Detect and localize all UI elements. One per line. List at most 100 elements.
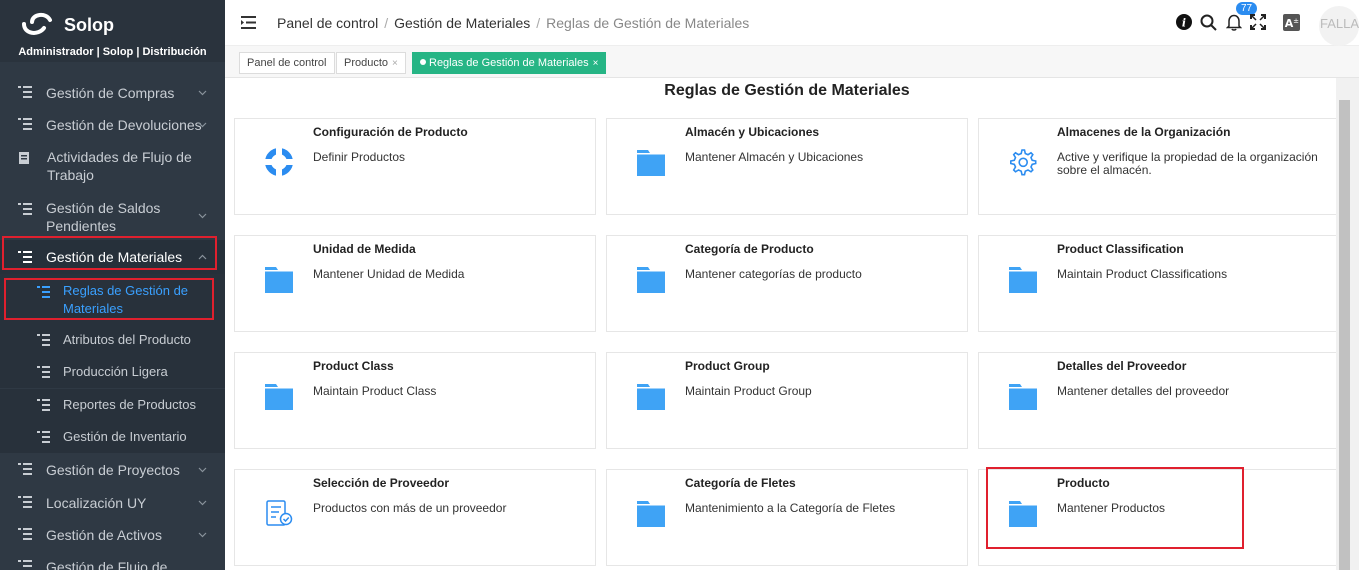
menu-toggle-icon[interactable] bbox=[241, 16, 256, 29]
sidebar-item-label: Localización UY bbox=[46, 495, 147, 511]
list-icon bbox=[37, 431, 50, 443]
card-product-classification[interactable]: Product Classification Maintain Product … bbox=[978, 235, 1340, 332]
tab-reglas[interactable]: Reglas de Gestión de Materiales × bbox=[412, 52, 607, 74]
tab-label: Reglas de Gestión de Materiales bbox=[429, 57, 589, 69]
top-header: Panel de control / Gestión de Materiales / R… bbox=[225, 0, 1359, 46]
sidebar-item-label: Atributos del Producto bbox=[63, 332, 191, 347]
card-description: Active y verifique la propiedad de la or… bbox=[1057, 150, 1318, 177]
card-title: Almacenes de la Organización bbox=[1057, 125, 1231, 139]
breadcrumb-item-current: Reglas de Gestión de Materiales bbox=[546, 15, 750, 31]
svg-text:i: i bbox=[1182, 17, 1186, 30]
fullscreen-icon[interactable] bbox=[1250, 14, 1266, 30]
card-title: Product Class bbox=[313, 359, 394, 373]
card-configuracion-producto[interactable]: Configuración de Producto Definir Produc… bbox=[234, 118, 596, 215]
translate-icon[interactable]: A ± bbox=[1283, 14, 1300, 31]
list-icon bbox=[18, 86, 32, 98]
scrollbar-thumb[interactable] bbox=[1339, 100, 1350, 570]
breadcrumb-separator: / bbox=[384, 15, 389, 31]
breadcrumb-item-panel[interactable]: Panel de control bbox=[277, 15, 378, 31]
sidebar-item-label: Reportes de Productos bbox=[63, 397, 196, 412]
sidebar-item-flujo[interactable]: Gestión de Flujo de bbox=[0, 556, 225, 570]
card-title: Detalles del Proveedor bbox=[1057, 359, 1187, 373]
user-role-label: Administrador | Solop | Distribución bbox=[18, 46, 207, 58]
folder-icon bbox=[1009, 267, 1037, 293]
sidebar-item-proyectos[interactable]: Gestión de Proyectos bbox=[0, 459, 225, 481]
sidebar-subitem-atributos[interactable]: Atributos del Producto bbox=[0, 324, 225, 356]
main-content: Reglas de Gestión de Materiales Configur… bbox=[225, 78, 1359, 570]
sidebar-item-activos[interactable]: Gestión de Activos bbox=[0, 524, 225, 546]
sidebar-item-label: Gestión de Devoluciones bbox=[46, 117, 202, 133]
svg-text:±: ± bbox=[1293, 17, 1299, 25]
folder-icon bbox=[637, 150, 665, 176]
card-description: Mantenimiento a la Categoría de Fletes bbox=[685, 501, 896, 515]
chevron-down-icon bbox=[198, 213, 207, 219]
gear-icon bbox=[1010, 149, 1037, 176]
card-description: Maintain Product Class bbox=[313, 384, 437, 398]
card-title: Product Group bbox=[685, 359, 770, 373]
chevron-down-icon bbox=[198, 500, 207, 506]
sidebar-subitem-inventario[interactable]: Gestión de Inventario bbox=[0, 421, 225, 453]
sidebar-item-devoluciones[interactable]: Gestión de Devoluciones bbox=[0, 114, 225, 136]
list-icon bbox=[18, 528, 32, 540]
list-icon bbox=[37, 399, 50, 411]
card-categoria-producto[interactable]: Categoría de Producto Mantener categoría… bbox=[606, 235, 968, 332]
user-name-label[interactable]: FALLA bbox=[1320, 16, 1359, 31]
folder-icon bbox=[1009, 384, 1037, 410]
card-unidad-medida[interactable]: Unidad de Medida Mantener Unidad de Medi… bbox=[234, 235, 596, 332]
sidebar-subitem-produccion[interactable]: Producción Ligera bbox=[0, 356, 225, 388]
list-icon bbox=[18, 203, 32, 215]
card-almacen-ubicaciones[interactable]: Almacén y Ubicaciones Mantener Almacén y… bbox=[606, 118, 968, 215]
breadcrumb: Panel de control / Gestión de Materiales / R… bbox=[277, 15, 749, 31]
sidebar-item-localizacion[interactable]: Localización UY bbox=[0, 492, 225, 514]
sidebar-item-label: Gestión de Inventario bbox=[63, 429, 187, 444]
sidebar-item-label: Gestión de Flujo de bbox=[46, 559, 168, 570]
breadcrumb-item-materiales[interactable]: Gestión de Materiales bbox=[394, 15, 530, 31]
tab-producto[interactable]: Producto × bbox=[336, 52, 406, 74]
sidebar-item-saldos[interactable]: Gestión de Saldos Pendientes bbox=[0, 197, 225, 237]
list-icon bbox=[37, 366, 50, 378]
brand-header: Solop Administrador | Solop | Distribuci… bbox=[0, 0, 225, 62]
close-icon[interactable]: × bbox=[593, 58, 599, 69]
breadcrumb-separator: / bbox=[536, 15, 541, 31]
card-title: Almacén y Ubicaciones bbox=[685, 125, 820, 139]
info-icon[interactable]: i bbox=[1176, 14, 1192, 30]
card-title: Unidad de Medida bbox=[313, 242, 416, 256]
card-description: Mantener categorías de producto bbox=[685, 267, 862, 281]
brand-name: Solop bbox=[64, 15, 114, 35]
folder-icon bbox=[637, 384, 665, 410]
chevron-down-icon bbox=[198, 122, 207, 128]
sidebar-item-label: Gestión de Compras bbox=[46, 85, 175, 101]
tab-label: Producto bbox=[344, 57, 389, 69]
card-almacenes-organizacion[interactable]: Almacenes de la Organización Active y ve… bbox=[978, 118, 1340, 215]
list-icon bbox=[18, 560, 32, 567]
tabs-bar: Panel de control Producto × Reglas de Ges… bbox=[225, 46, 1359, 78]
bell-icon[interactable] bbox=[1226, 14, 1242, 31]
card-description: Mantener detalles del proveedor bbox=[1057, 384, 1230, 398]
tab-label: Panel de control bbox=[247, 57, 327, 69]
list-icon bbox=[37, 334, 50, 346]
sidebar-item-flujo-trabajo[interactable]: Actividades de Flujo de Trabajo bbox=[0, 146, 225, 186]
card-categoria-fletes[interactable]: Categoría de Fletes Mantenimiento a la C… bbox=[606, 469, 968, 566]
list-icon bbox=[18, 118, 32, 130]
card-product-group[interactable]: Product Group Maintain Product Group bbox=[606, 352, 968, 449]
card-description: Mantener Unidad de Medida bbox=[313, 267, 465, 281]
page-title: Reglas de Gestión de Materiales bbox=[664, 82, 910, 99]
card-detalles-proveedor[interactable]: Detalles del Proveedor Mantener detalles… bbox=[978, 352, 1340, 449]
sidebar-item-compras[interactable]: Gestión de Compras bbox=[0, 82, 225, 104]
card-seleccion-proveedor[interactable]: Selección de Proveedor Productos con más… bbox=[234, 469, 596, 566]
list-icon bbox=[18, 496, 32, 508]
sidebar-subitem-reportes[interactable]: Reportes de Productos bbox=[0, 389, 225, 421]
close-icon[interactable]: × bbox=[392, 58, 398, 69]
card-description: Productos con más de un proveedor bbox=[313, 501, 507, 515]
tab-panel-control[interactable]: Panel de control bbox=[239, 52, 335, 74]
highlight-box-materiales bbox=[2, 236, 217, 270]
chevron-down-icon bbox=[198, 467, 207, 473]
sidebar-item-label: Gestión de Saldos Pendientes bbox=[46, 200, 161, 234]
active-dot-icon bbox=[420, 59, 426, 65]
document-icon bbox=[19, 152, 29, 164]
card-product-class[interactable]: Product Class Maintain Product Class bbox=[234, 352, 596, 449]
sidebar-item-label: Gestión de Proyectos bbox=[46, 462, 180, 478]
search-icon[interactable] bbox=[1200, 14, 1217, 31]
sidebar-item-label: Actividades de Flujo de Trabajo bbox=[47, 149, 192, 183]
chevron-down-icon bbox=[198, 532, 207, 538]
